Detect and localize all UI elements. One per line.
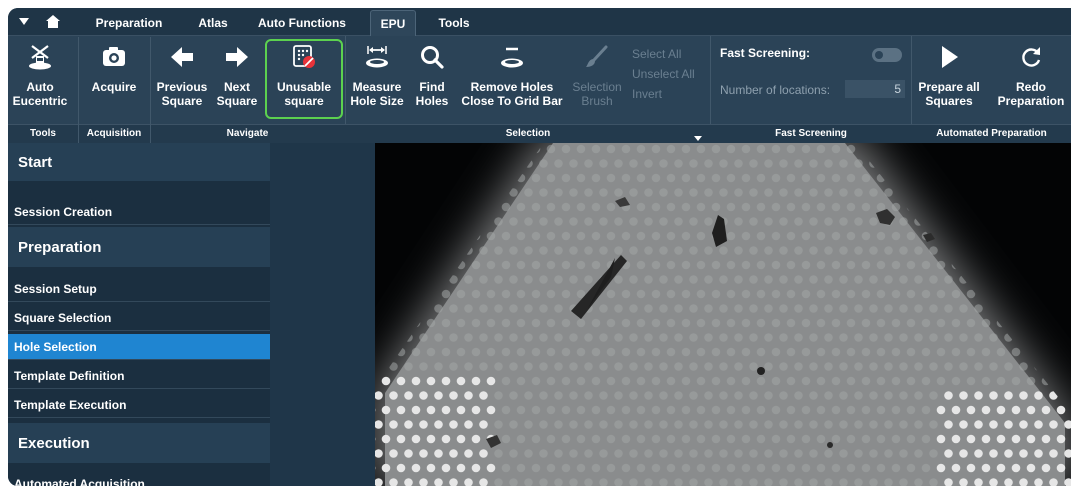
sidebar-item-template-execution[interactable]: Template Execution	[8, 392, 270, 418]
button-label-line2: Brush	[581, 94, 613, 108]
arrow-left-icon	[171, 47, 193, 67]
sidebar-item-session-setup[interactable]: Session Setup	[8, 276, 270, 302]
fast-screening-toggle[interactable]	[872, 48, 902, 62]
remove-holes-button[interactable]: Remove Holes Close To Grid Bar	[456, 36, 568, 124]
home-icon[interactable]	[42, 8, 64, 35]
sidebar-item-automated-acquisition[interactable]: Automated Acquisition	[8, 471, 270, 486]
separator	[78, 37, 79, 143]
group-label-navigate: Navigate	[226, 128, 269, 139]
number-of-locations-field[interactable]: 5	[845, 80, 905, 98]
button-label-line1: Redo	[1016, 80, 1046, 94]
sidebar-item-square-selection[interactable]: Square Selection	[8, 305, 270, 331]
epu-window: Preparation Atlas Auto Functions EPU Too…	[8, 8, 1071, 486]
button-label-line2: Close To Grid Bar	[461, 94, 563, 108]
find-holes-button[interactable]: Find Holes	[410, 36, 454, 124]
button-label-line2: Hole Size	[350, 94, 404, 108]
play-icon	[942, 46, 958, 68]
next-square-button[interactable]: Next Square	[212, 36, 262, 124]
button-label-line1: Unusable	[276, 80, 331, 94]
measure-hole-size-button[interactable]: Measure Hole Size	[346, 36, 408, 124]
ribbon-toolbar: AutoEucentric Acquire PreviousSquare N	[8, 36, 1071, 142]
group-label-tools: Tools	[30, 128, 56, 139]
group-label-acquisition: Acquisition	[86, 128, 142, 139]
auto-eucentric-button[interactable]: Auto Eucentric	[12, 36, 68, 124]
button-label-line2: Eucentric	[12, 94, 68, 108]
select-all-item[interactable]: Select All	[632, 47, 681, 61]
fast-screening-label: Fast Screening:	[720, 46, 811, 60]
button-label-line1: Prepare all	[918, 80, 980, 94]
button-label-line2: Holes	[415, 94, 449, 108]
button-label-line2: Square	[216, 94, 258, 108]
button-label-line1: Acquire	[91, 80, 137, 94]
tab-tools[interactable]: Tools	[432, 10, 476, 35]
redo-icon	[1022, 47, 1041, 67]
button-label-line1: Find	[419, 80, 445, 94]
tab-preparation[interactable]: Preparation	[88, 10, 170, 35]
separator	[150, 37, 151, 143]
arrow-right-icon	[226, 47, 248, 67]
button-label-line1: Remove Holes	[470, 80, 554, 94]
section-start[interactable]: Start	[8, 143, 270, 181]
eucentric-icon	[29, 45, 51, 70]
menu-tab-bar: Preparation Atlas Auto Functions EPU Too…	[8, 8, 1071, 36]
brush-icon	[586, 45, 608, 67]
button-label-line2: square	[284, 94, 324, 108]
workflow-sidebar: Start Session Creation Preparation Sessi…	[8, 143, 270, 486]
micrograph[interactable]	[375, 143, 1071, 486]
unusable-square-icon	[293, 45, 315, 68]
tab-epu[interactable]: EPU	[370, 10, 416, 36]
camera-icon	[103, 47, 125, 66]
section-preparation[interactable]: Preparation	[8, 227, 270, 267]
remove-holes-icon	[501, 47, 523, 68]
button-label-line1: Selection	[572, 80, 622, 94]
button-label-line2: Squares	[925, 94, 973, 108]
tab-auto-functions[interactable]: Auto Functions	[256, 10, 348, 35]
measure-hole-icon	[366, 46, 388, 68]
section-execution[interactable]: Execution	[8, 423, 270, 463]
sidebar-item-template-definition[interactable]: Template Definition	[8, 363, 270, 389]
sidebar-item-session-creation[interactable]: Session Creation	[8, 199, 270, 225]
prepare-all-squares-button[interactable]: Prepare all Squares	[914, 36, 984, 124]
group-label-automated-preparation: Automated Preparation	[936, 128, 1047, 139]
button-label-line2: Preparation	[997, 94, 1065, 108]
tab-atlas[interactable]: Atlas	[190, 10, 236, 35]
ribbon-group-labels: Tools Acquisition Navigate Selection Fas…	[8, 37, 1071, 143]
button-label-line1: Previous	[156, 80, 208, 94]
previous-square-button[interactable]: Previous Square	[154, 36, 210, 124]
group-label-selection: Selection	[505, 128, 551, 139]
grid-square-image[interactable]	[375, 143, 1071, 486]
group-label-fast-screening: Fast Screening	[775, 128, 847, 139]
redo-preparation-button[interactable]: Redo Preparation	[992, 36, 1070, 124]
button-label-line2: Square	[161, 94, 203, 108]
dropdown-menu-icon[interactable]	[14, 8, 34, 35]
button-label-line1: Next	[223, 80, 250, 94]
panel-gutter	[270, 143, 375, 486]
search-icon	[421, 46, 444, 69]
unusable-square-button[interactable]: Unusable square	[268, 36, 340, 124]
selection-brush-button[interactable]: Selection Brush	[568, 36, 626, 124]
sidebar-item-hole-selection[interactable]: Hole Selection	[8, 334, 270, 360]
button-label-line1: Measure	[352, 80, 402, 94]
acquire-button[interactable]: Acquire	[88, 36, 140, 124]
invert-item[interactable]: Invert	[632, 87, 662, 101]
unselect-all-item[interactable]: Unselect All	[632, 67, 695, 81]
button-label-line1: Auto	[26, 80, 54, 94]
number-of-locations-label: Number of locations:	[720, 83, 831, 97]
